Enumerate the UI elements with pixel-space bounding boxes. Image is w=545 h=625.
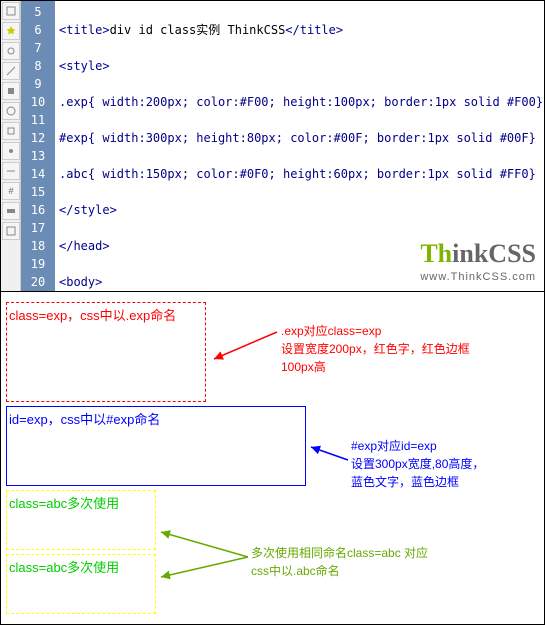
gear-icon[interactable] xyxy=(2,42,20,60)
line-number: 8 xyxy=(21,57,55,75)
annotation-red: .exp对应class=exp 设置宽度200px，红色字，红色边框 100px… xyxy=(281,322,470,376)
line-number: 16 xyxy=(21,201,55,219)
preview-panel: class=exp，css中以.exp命名 id=exp，css中以#exp命名… xyxy=(1,292,544,624)
line-number: 6 xyxy=(21,21,55,39)
line-number: 20 xyxy=(21,273,55,291)
tool-icon[interactable] xyxy=(2,2,20,20)
line-number: 13 xyxy=(21,147,55,165)
exp-id-box: id=exp，css中以#exp命名 xyxy=(6,406,306,486)
star-icon[interactable] xyxy=(2,22,20,40)
brand-url: www.ThinkCSS.com xyxy=(420,271,536,283)
tool-icon[interactable] xyxy=(2,162,20,180)
tool-icon[interactable] xyxy=(2,62,20,80)
line-number: 15 xyxy=(21,183,55,201)
tool-icon[interactable] xyxy=(2,82,20,100)
line-number: 14 xyxy=(21,165,55,183)
line-number: 7 xyxy=(21,39,55,57)
line-number: 17 xyxy=(21,219,55,237)
line-number: 12 xyxy=(21,129,55,147)
tool-icon[interactable] xyxy=(2,102,20,120)
code-editor-panel: # 5 6 7 8 9 10 11 12 13 14 15 16 17 18 1… xyxy=(1,1,544,292)
arrow-icon xyxy=(156,527,251,582)
line-number: 10 xyxy=(21,93,55,111)
tool-icon[interactable] xyxy=(2,222,20,240)
tool-icon[interactable]: # xyxy=(2,182,20,200)
annotation-green: 多次使用相同命名class=abc 对应 css中以.abc命名 xyxy=(251,544,428,580)
tool-icon[interactable] xyxy=(2,202,20,220)
annotation-blue: #exp对应id=exp 设置300px宽度,80高度， 蓝色文字，蓝色边框 xyxy=(351,437,484,491)
brand-logo: ThinkCSS www.ThinkCSS.com xyxy=(420,239,536,283)
line-number: 5 xyxy=(21,3,55,21)
line-number: 9 xyxy=(21,75,55,93)
line-number-gutter: 5 6 7 8 9 10 11 12 13 14 15 16 17 18 19 … xyxy=(21,1,55,291)
line-number: 18 xyxy=(21,237,55,255)
arrow-icon xyxy=(306,442,351,472)
abc-box-2: class=abc多次使用 xyxy=(6,554,156,614)
line-number: 19 xyxy=(21,255,55,273)
tool-icon[interactable] xyxy=(2,122,20,140)
tool-icon[interactable] xyxy=(2,142,20,160)
arrow-icon xyxy=(209,327,279,367)
exp-class-box: class=exp，css中以.exp命名 xyxy=(6,302,206,402)
abc-box-1: class=abc多次使用 xyxy=(6,490,156,550)
line-number: 11 xyxy=(21,111,55,129)
editor-toolbar: # xyxy=(1,1,21,291)
